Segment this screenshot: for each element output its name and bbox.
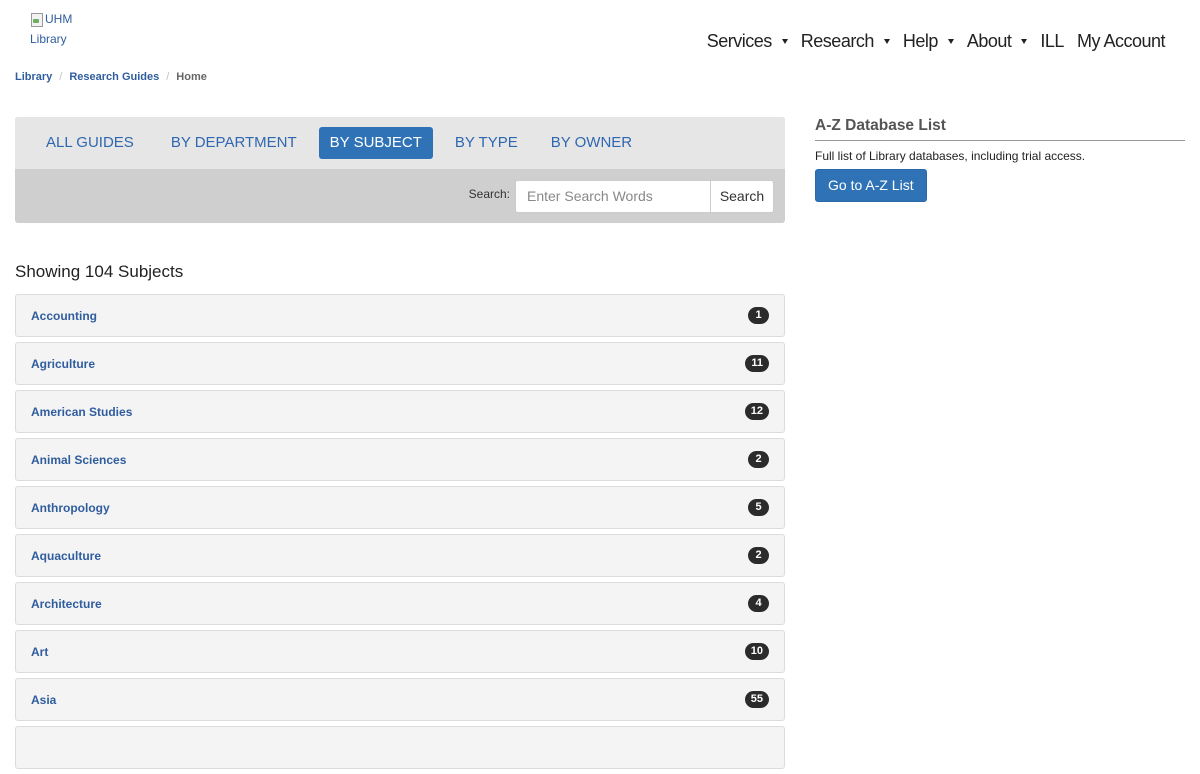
tab-by-department[interactable]: BY DEPARTMENT (160, 127, 308, 159)
breadcrumb-library[interactable]: Library (15, 71, 52, 83)
az-database-box: A-Z Database List Full list of Library d… (815, 117, 1185, 202)
subject-list: Accounting 1 Agriculture 11 American Studies… (15, 294, 785, 774)
subject-link[interactable]: Accounting (31, 309, 97, 323)
search-row: Search: Search (15, 169, 785, 223)
subject-row[interactable] (15, 726, 785, 769)
top-navigation: Services Research Help About ILL My Account (707, 31, 1166, 52)
caret-down-icon (883, 39, 890, 44)
subject-link[interactable]: Asia (31, 693, 56, 707)
results-count-heading: Showing 104 Subjects (15, 262, 184, 281)
subject-row[interactable]: Accounting 1 (15, 294, 785, 337)
nav-item-about[interactable]: About (967, 31, 1028, 52)
breadcrumb-research-guides[interactable]: Research Guides (69, 71, 159, 83)
search-input[interactable] (515, 179, 710, 213)
guide-count-badge: 55 (744, 691, 769, 708)
subject-row[interactable]: Architecture 4 (15, 582, 785, 625)
caret-down-icon (947, 39, 954, 44)
broken-image-icon (30, 11, 44, 27)
breadcrumb-current: Home (176, 71, 207, 83)
caret-down-icon (1021, 39, 1028, 44)
library-logo[interactable]: UHM Library (30, 11, 120, 46)
az-database-title: A-Z Database List (815, 117, 1185, 141)
guide-count-badge: 4 (748, 595, 769, 612)
nav-item-my-account[interactable]: My Account (1076, 31, 1166, 52)
nav-item-label: Help (902, 31, 939, 51)
guide-count-badge: 11 (745, 355, 769, 372)
search-button[interactable]: Search (710, 179, 774, 213)
subject-row[interactable]: Art 10 (15, 630, 785, 673)
logo-alt-text-line2: Library (30, 32, 67, 46)
nav-item-label: Services (706, 31, 773, 51)
subject-row[interactable]: Anthropology 5 (15, 486, 785, 529)
subject-link[interactable]: Aquaculture (31, 549, 101, 563)
subject-link[interactable]: Anthropology (31, 501, 110, 515)
subject-row[interactable]: Agriculture 11 (15, 342, 785, 385)
guide-count-badge: 1 (748, 307, 769, 324)
subject-link[interactable]: Animal Sciences (31, 453, 126, 467)
subject-row[interactable]: American Studies 12 (15, 390, 785, 433)
search-label: Search: (468, 187, 510, 201)
tab-by-owner[interactable]: BY OWNER (540, 127, 643, 159)
breadcrumb: Library / Research Guides / Home (15, 71, 207, 83)
breadcrumb-separator: / (59, 71, 63, 83)
guide-count-badge: 10 (744, 643, 769, 660)
tab-all-guides[interactable]: ALL GUIDES (46, 127, 145, 159)
logo-broken-image[interactable]: UHM (30, 11, 120, 27)
nav-item-help[interactable]: Help (903, 31, 954, 52)
guide-count-badge: 2 (748, 451, 769, 468)
go-to-az-list-button[interactable]: Go to A-Z List (815, 169, 927, 202)
caret-down-icon (781, 39, 788, 44)
guide-tabs: ALL GUIDES BY DEPARTMENT BY SUBJECT BY T… (15, 117, 785, 169)
nav-item-ill[interactable]: ILL (1040, 31, 1064, 52)
guide-count-badge: 12 (744, 403, 769, 420)
nav-item-label: My Account (1076, 31, 1166, 51)
guide-count-badge: 2 (748, 547, 769, 564)
nav-item-label: ILL (1040, 31, 1064, 51)
subject-link[interactable]: Art (31, 645, 48, 659)
subject-row[interactable]: Asia 55 (15, 678, 785, 721)
guide-count-badge: 5 (748, 499, 769, 516)
guide-browse-panel: ALL GUIDES BY DEPARTMENT BY SUBJECT BY T… (15, 117, 785, 223)
nav-item-research[interactable]: Research (801, 31, 890, 52)
nav-item-label: About (966, 31, 1012, 51)
tab-by-subject[interactable]: BY SUBJECT (318, 127, 433, 159)
subject-link[interactable]: American Studies (31, 405, 132, 419)
subject-link[interactable]: Agriculture (31, 357, 95, 371)
az-database-description: Full list of Library databases, includin… (815, 149, 1086, 163)
nav-item-services[interactable]: Services (707, 31, 788, 52)
nav-item-label: Research (800, 31, 875, 51)
subject-link[interactable]: Architecture (31, 597, 102, 611)
subject-row[interactable]: Aquaculture 2 (15, 534, 785, 577)
tab-by-type[interactable]: BY TYPE (444, 127, 529, 159)
breadcrumb-separator: / (166, 71, 170, 83)
subject-row[interactable]: Animal Sciences 2 (15, 438, 785, 481)
logo-alt-text-line1: UHM (45, 12, 73, 26)
